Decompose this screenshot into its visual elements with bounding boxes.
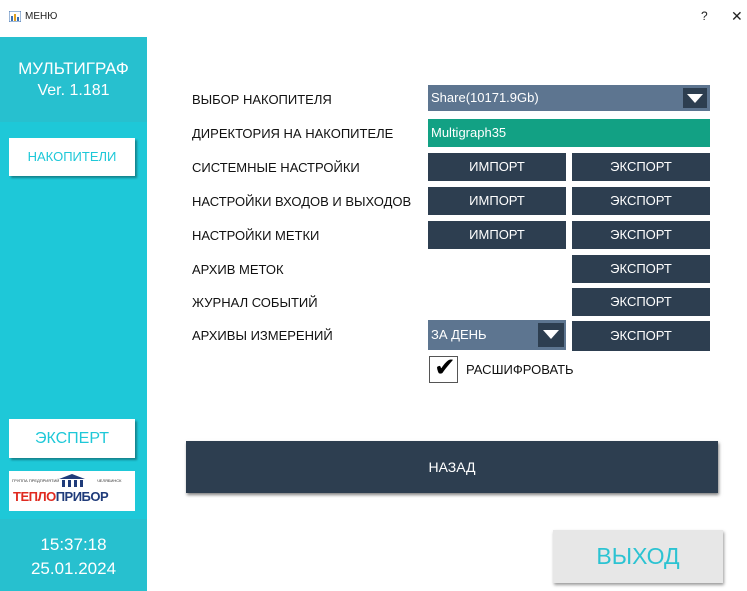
directory-field[interactable]: Multigraph35 bbox=[428, 119, 710, 147]
period-select[interactable]: ЗА ДЕНЬ bbox=[428, 320, 566, 350]
company-logo: ГРУППА ПРЕДПРИЯТИЙ ЧЕЛЯБИНСК ТЕПЛОПРИБОР bbox=[9, 471, 135, 511]
logo-caption-left: ГРУППА ПРЕДПРИЯТИЙ bbox=[12, 478, 60, 483]
event-log-label: ЖУРНАЛ СОБЫТИЙ bbox=[192, 295, 318, 310]
sidebar: МУЛЬТИГРАФ Ver. 1.181 НАКОПИТЕЛИ ЭКСПЕРТ… bbox=[0, 37, 147, 591]
io-settings-label: НАСТРОЙКИ ВХОДОВ И ВЫХОДОВ bbox=[192, 194, 412, 209]
title-bar: МЕНЮ ? ✕ bbox=[0, 0, 747, 37]
io-export-button[interactable]: ЭКСПОРТ bbox=[572, 187, 710, 215]
decode-checkbox[interactable]: ✔ bbox=[429, 353, 458, 383]
chart-icon bbox=[9, 11, 21, 22]
logo-building-icon bbox=[59, 474, 85, 487]
chevron-down-icon[interactable] bbox=[683, 88, 707, 108]
mark-settings-label: НАСТРОЙКИ МЕТКИ bbox=[192, 228, 320, 243]
system-settings-label: СИСТЕМНЫЕ НАСТРОЙКИ bbox=[192, 160, 360, 175]
storage-select-value: Share(10171.9Gb) bbox=[431, 90, 539, 105]
clock-date: 25.01.2024 bbox=[30, 559, 117, 578]
close-button[interactable]: ✕ bbox=[731, 8, 743, 25]
io-import-button[interactable]: ИМПОРТ bbox=[428, 187, 566, 215]
system-import-button[interactable]: ИМПОРТ bbox=[428, 153, 566, 181]
checkmark-icon: ✔ bbox=[434, 353, 456, 383]
help-button[interactable]: ? bbox=[701, 9, 708, 23]
mark-archive-label: АРХИВ МЕТОК bbox=[192, 262, 284, 277]
chevron-down-icon[interactable] bbox=[538, 323, 564, 347]
storage-select[interactable]: Share(10171.9Gb) bbox=[428, 85, 710, 111]
window-title: МЕНЮ bbox=[25, 11, 58, 22]
clock-panel: 15:37:18 25.01.2024 bbox=[0, 519, 147, 591]
system-export-button[interactable]: ЭКСПОРТ bbox=[572, 153, 710, 181]
clock-time: 15:37:18 bbox=[40, 535, 107, 554]
event-log-export-button[interactable]: ЭКСПОРТ bbox=[572, 288, 710, 316]
logo-wordmark: ТЕПЛОПРИБОР bbox=[13, 489, 109, 504]
exit-button[interactable]: ВЫХОД bbox=[553, 530, 723, 583]
mark-import-button[interactable]: ИМПОРТ bbox=[428, 221, 566, 249]
logo-part-pribor: ПРИБОР bbox=[55, 489, 109, 504]
decode-label: РАСШИФРОВАТЬ bbox=[466, 362, 574, 377]
expert-button[interactable]: ЭКСПЕРТ bbox=[9, 419, 135, 458]
app-name: МУЛЬТИГРАФ bbox=[18, 59, 129, 78]
brand-panel: МУЛЬТИГРАФ Ver. 1.181 bbox=[0, 37, 147, 122]
period-select-value: ЗА ДЕНЬ bbox=[431, 327, 487, 342]
measure-archive-export-button[interactable]: ЭКСПОРТ bbox=[572, 321, 710, 351]
logo-caption-right: ЧЕЛЯБИНСК bbox=[97, 478, 122, 483]
storage-button[interactable]: НАКОПИТЕЛИ bbox=[9, 138, 135, 176]
directory-label: ДИРЕКТОРИЯ НА НАКОПИТЕЛЕ bbox=[192, 126, 394, 141]
storage-select-label: ВЫБОР НАКОПИТЕЛЯ bbox=[192, 92, 332, 107]
mark-archive-export-button[interactable]: ЭКСПОРТ bbox=[572, 255, 710, 283]
logo-part-teplo: ТЕПЛО bbox=[13, 489, 56, 504]
mark-export-button[interactable]: ЭКСПОРТ bbox=[572, 221, 710, 249]
app-version: Ver. 1.181 bbox=[37, 82, 110, 99]
measure-archive-label: АРХИВЫ ИЗМЕРЕНИЙ bbox=[192, 328, 333, 343]
back-button[interactable]: НАЗАД bbox=[186, 441, 718, 493]
